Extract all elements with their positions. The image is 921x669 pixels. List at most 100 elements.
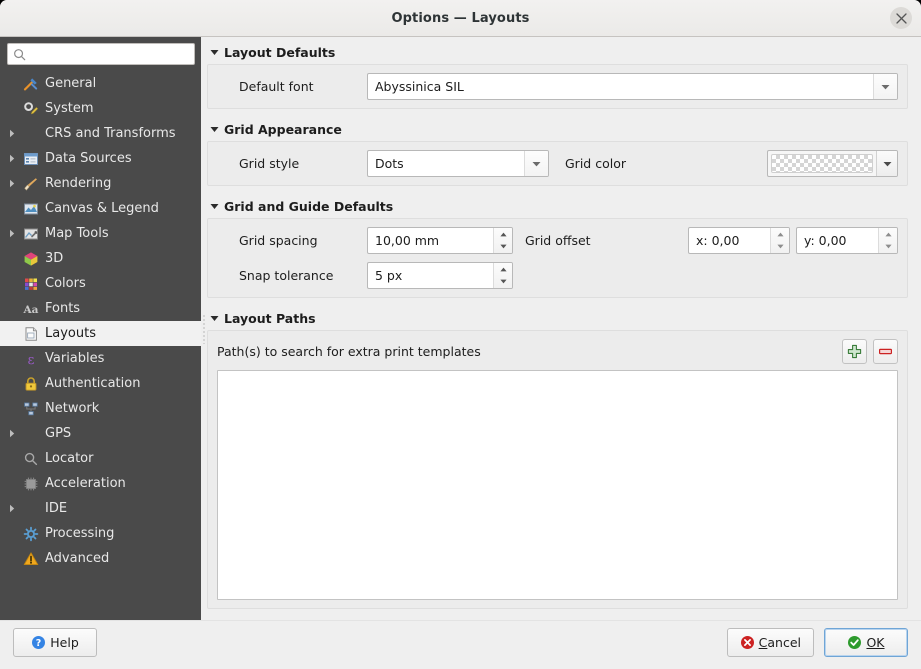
layout-page-icon xyxy=(25,326,37,341)
ok-button[interactable]: OK xyxy=(824,627,908,657)
sidebar-item-3d[interactable]: 3D xyxy=(0,246,201,271)
group-header-layout-defaults[interactable]: Layout Defaults xyxy=(207,43,908,61)
close-button[interactable] xyxy=(890,7,912,29)
sidebar-item-variables[interactable]: ε Variables xyxy=(0,346,201,371)
row-grid-spacing: Grid spacing 10,00 mm Grid offset x: 0,0… xyxy=(217,227,898,254)
sidebar-item-general[interactable]: General xyxy=(0,71,201,96)
spinner-buttons[interactable] xyxy=(493,263,512,288)
chevron-right-icon xyxy=(4,154,20,163)
chevron-right-icon xyxy=(4,504,20,513)
sidebar-item-label: CRS and Transforms xyxy=(45,126,176,141)
warning-triangle-icon xyxy=(23,551,39,565)
brush-icon xyxy=(24,177,37,190)
help-button[interactable]: ? Help xyxy=(13,627,97,657)
gear-blue-icon xyxy=(20,525,42,543)
grid-offset-x-value: x: 0,00 xyxy=(696,233,740,248)
sidebar-item-canvas-and-legend[interactable]: Canvas & Legend xyxy=(0,196,201,221)
grid-color-label: Grid color xyxy=(565,156,626,171)
color-palette-icon xyxy=(20,275,42,293)
remove-path-button[interactable] xyxy=(873,339,898,364)
group-header-grid-guide-defaults[interactable]: Grid and Guide Defaults xyxy=(207,197,908,215)
sidebar-item-rendering[interactable]: Rendering xyxy=(0,171,201,196)
spin-down-icon[interactable] xyxy=(494,276,512,289)
map-tools-icon xyxy=(20,225,42,243)
grid-spacing-value: 10,00 mm xyxy=(375,233,440,248)
table-icon xyxy=(20,150,42,168)
search-icon xyxy=(24,452,38,465)
spin-down-icon[interactable] xyxy=(879,241,897,254)
sidebar-item-network[interactable]: Network xyxy=(0,396,201,421)
spin-up-icon[interactable] xyxy=(494,263,512,276)
cancel-x-icon xyxy=(740,635,755,650)
group-header-layout-paths[interactable]: Layout Paths xyxy=(207,309,908,327)
dialog-footer: ? Help Cancel OK xyxy=(0,620,921,669)
sidebar-item-label: General xyxy=(45,76,97,91)
default-font-combobox[interactable]: Abyssinica SIL xyxy=(367,73,898,100)
grid-color-button[interactable] xyxy=(767,150,898,177)
hammer-wrench-icon xyxy=(20,75,42,93)
sidebar-item-data-sources[interactable]: Data Sources xyxy=(0,146,201,171)
sidebar-item-colors[interactable]: Colors xyxy=(0,271,201,296)
window-title: Options — Layouts xyxy=(391,10,530,26)
grid-style-combobox[interactable]: Dots xyxy=(367,150,549,177)
spin-up-icon[interactable] xyxy=(494,228,512,241)
cancel-label: Cancel xyxy=(758,634,801,650)
cube-icon xyxy=(24,251,38,266)
grid-color-swatch xyxy=(771,154,873,173)
sidebar-item-map-tools[interactable]: Map Tools xyxy=(0,221,201,246)
sidebar-item-processing[interactable]: Processing xyxy=(0,521,201,546)
sidebar-item-label: Network xyxy=(45,401,100,416)
sidebar-item-label: Fonts xyxy=(45,301,81,316)
group-header-grid-appearance[interactable]: Grid Appearance xyxy=(207,120,908,138)
sidebar-item-system[interactable]: System xyxy=(0,96,201,121)
add-path-button[interactable] xyxy=(842,339,867,364)
spinner-buttons[interactable] xyxy=(878,228,897,253)
snap-tolerance-spinbox[interactable]: 5 px xyxy=(367,262,513,289)
table-icon xyxy=(24,152,38,165)
map-tools-icon xyxy=(24,228,38,239)
spinner-buttons[interactable] xyxy=(493,228,512,253)
check-icon xyxy=(847,635,862,650)
grid-spacing-label: Grid spacing xyxy=(239,233,318,248)
collapse-triangle-icon xyxy=(207,203,222,210)
grid-spacing-spinbox[interactable]: 10,00 mm xyxy=(367,227,513,254)
spinner-buttons[interactable] xyxy=(770,228,789,253)
nav-icon-spacer xyxy=(20,500,42,518)
sidebar-search[interactable] xyxy=(7,43,195,65)
group-layout-defaults: Default font Abyssinica SIL xyxy=(207,64,908,109)
chip-icon xyxy=(20,475,42,493)
grid-offset-x-spinbox[interactable]: x: 0,00 xyxy=(688,227,790,254)
layout-paths-list[interactable] xyxy=(217,370,898,600)
chevron-down-icon[interactable] xyxy=(876,151,897,176)
sidebar-item-label: Data Sources xyxy=(45,151,132,166)
spin-up-icon[interactable] xyxy=(771,228,789,241)
search-icon xyxy=(14,48,26,60)
chevron-down-icon[interactable] xyxy=(524,151,548,176)
question-icon: ? xyxy=(31,635,46,650)
sidebar-item-label: Canvas & Legend xyxy=(45,201,159,216)
search-input[interactable] xyxy=(30,46,189,62)
spin-down-icon[interactable] xyxy=(771,241,789,254)
chevron-right-icon xyxy=(4,129,20,138)
spin-down-icon[interactable] xyxy=(494,241,512,254)
sidebar-item-crs-and-transforms[interactable]: CRS and Transforms xyxy=(0,121,201,146)
default-font-label: Default font xyxy=(239,79,314,94)
svg-text:?: ? xyxy=(36,638,42,649)
sidebar-item-fonts[interactable]: Aa Fonts xyxy=(0,296,201,321)
sidebar-item-label: System xyxy=(45,101,94,116)
sidebar-item-ide[interactable]: IDE xyxy=(0,496,201,521)
chevron-right-icon xyxy=(4,229,20,238)
sidebar-item-authentication[interactable]: Authentication xyxy=(0,371,201,396)
epsilon-icon: ε xyxy=(20,350,42,368)
sidebar-item-advanced[interactable]: Advanced xyxy=(0,546,201,571)
sidebar-item-acceleration[interactable]: Acceleration xyxy=(0,471,201,496)
chevron-down-icon[interactable] xyxy=(873,74,897,99)
cancel-button[interactable]: Cancel xyxy=(726,627,814,657)
sidebar-item-gps[interactable]: GPS xyxy=(0,421,201,446)
spin-up-icon[interactable] xyxy=(879,228,897,241)
sidebar-item-layouts[interactable]: Layouts xyxy=(0,321,201,346)
collapse-triangle-icon xyxy=(207,126,222,133)
grid-offset-y-spinbox[interactable]: y: 0,00 xyxy=(796,227,898,254)
sidebar-item-locator[interactable]: Locator xyxy=(0,446,201,471)
group-title: Grid and Guide Defaults xyxy=(224,198,394,214)
